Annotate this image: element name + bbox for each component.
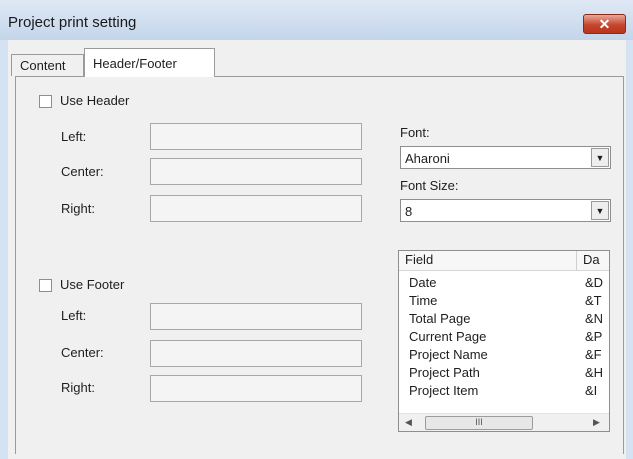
font-size-label: Font Size:: [400, 178, 459, 193]
font-size-select[interactable]: 8 ▼: [400, 199, 611, 222]
footer-left-input[interactable]: [150, 303, 362, 330]
chevron-down-icon[interactable]: ▼: [591, 148, 609, 167]
list-item-field: Time: [409, 293, 438, 308]
footer-left-label: Left:: [61, 308, 87, 323]
header-left-input[interactable]: [150, 123, 362, 150]
list-item-field: Project Path: [409, 365, 480, 380]
use-footer-label: Use Footer: [60, 277, 125, 292]
font-size-select-value: 8: [405, 204, 413, 219]
list-item-field: Current Page: [409, 329, 487, 344]
list-item[interactable]: Total Page &N: [399, 310, 609, 328]
font-select[interactable]: Aharoni ▼: [400, 146, 611, 169]
list-item-code: &P: [585, 329, 603, 344]
list-item[interactable]: Date &D: [399, 274, 609, 292]
close-button[interactable]: ✕: [583, 14, 626, 34]
list-item-field: Project Name: [409, 347, 488, 362]
list-item[interactable]: Time &T: [399, 292, 609, 310]
list-item[interactable]: Project Name &F: [399, 346, 609, 364]
list-item[interactable]: Project Path &H: [399, 364, 609, 382]
use-footer-checkbox[interactable]: [39, 279, 52, 292]
window-frame-left: [0, 40, 8, 459]
field-list[interactable]: Field Da Date &D Time &T Total Page &N C…: [398, 250, 610, 432]
list-item-code: &F: [585, 347, 602, 362]
list-item-code: &I: [585, 383, 598, 398]
font-select-value: Aharoni: [405, 151, 450, 166]
field-column-header[interactable]: Field: [399, 251, 577, 271]
title-bar: Project print setting ✕: [0, 0, 633, 40]
footer-center-label: Center:: [61, 345, 104, 360]
font-label: Font:: [400, 125, 430, 140]
header-left-label: Left:: [61, 129, 87, 144]
tab-content[interactable]: Content: [11, 54, 84, 76]
list-item-field: Total Page: [409, 311, 471, 326]
footer-center-input[interactable]: [150, 340, 362, 367]
list-item-field: Date: [409, 275, 437, 290]
footer-right-input[interactable]: [150, 375, 362, 402]
data-column-header[interactable]: Da: [577, 251, 609, 271]
list-item-code: &D: [585, 275, 604, 290]
scroll-right-icon[interactable]: ▶: [593, 417, 600, 428]
list-item-field: Project Item: [409, 383, 479, 398]
scrollbar-thumb[interactable]: III: [425, 416, 533, 430]
list-item[interactable]: Project Item &I: [399, 382, 609, 400]
list-item[interactable]: Current Page &P: [399, 328, 609, 346]
header-right-input[interactable]: [150, 195, 362, 222]
list-item-code: &N: [585, 311, 604, 326]
horizontal-scrollbar[interactable]: ◀ III ▶: [399, 413, 609, 431]
use-header-label: Use Header: [60, 93, 130, 108]
window-title: Project print setting: [8, 14, 137, 31]
scroll-left-icon[interactable]: ◀: [405, 417, 412, 428]
tab-header-footer[interactable]: Header/Footer: [84, 48, 215, 77]
footer-right-label: Right:: [61, 380, 95, 395]
list-item-code: &H: [585, 365, 604, 380]
list-item-code: &T: [585, 293, 602, 308]
header-center-label: Center:: [61, 164, 104, 179]
header-right-label: Right:: [61, 201, 95, 216]
header-center-input[interactable]: [150, 158, 362, 185]
window-frame-right: [626, 40, 633, 459]
use-header-checkbox[interactable]: [39, 95, 52, 108]
chevron-down-icon[interactable]: ▼: [591, 201, 609, 220]
print-setting-dialog: Project print setting ✕ Content Header/F…: [0, 0, 633, 459]
close-icon: ✕: [598, 15, 611, 32]
